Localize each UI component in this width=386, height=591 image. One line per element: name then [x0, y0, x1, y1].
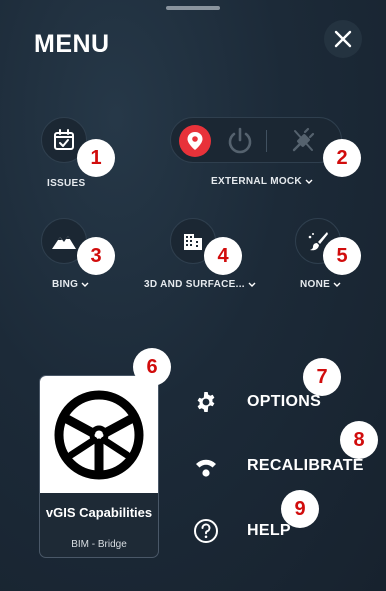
style-dropdown[interactable]: NONE: [300, 279, 341, 290]
buildings-icon: [184, 234, 202, 250]
external-mock-toggle[interactable]: [170, 117, 342, 163]
help-label: HELP: [247, 522, 291, 539]
annotation-badge: 8: [340, 421, 378, 459]
wifi-signal-icon: [193, 453, 219, 479]
page-title: MENU: [34, 30, 110, 58]
annotation-badge: 3: [77, 237, 115, 275]
location-pin-icon: [187, 132, 203, 150]
chevron-down-icon: [333, 282, 341, 287]
recalibrate-button[interactable]: RECALIBRATE: [193, 453, 364, 479]
chevron-down-icon: [248, 282, 256, 287]
project-card[interactable]: vGIS Capabilities BIM - Bridge: [39, 375, 159, 558]
annotation-badge: 4: [204, 237, 242, 275]
calendar-check-icon: [54, 129, 74, 150]
project-subtitle: BIM - Bridge: [71, 539, 127, 550]
issues-label: ISSUES: [47, 178, 86, 189]
mountain-icon: [52, 236, 76, 249]
style-label: NONE: [300, 279, 331, 290]
options-button[interactable]: OPTIONS: [193, 389, 321, 415]
cable-icon: [292, 127, 315, 152]
recalibrate-label: RECALIBRATE: [247, 457, 364, 474]
annotation-badge: 1: [77, 139, 115, 177]
annotation-badge: 9: [281, 490, 319, 528]
buildings-label: 3D AND SURFACE...: [144, 279, 245, 290]
external-mock-dropdown[interactable]: EXTERNAL MOCK: [211, 176, 313, 187]
mock-divider: [266, 130, 267, 152]
steering-wheel-icon: [54, 390, 144, 479]
power-button[interactable]: [225, 126, 255, 161]
cable-button[interactable]: [289, 127, 317, 160]
annotation-badge: 5: [323, 237, 361, 275]
close-button[interactable]: [324, 20, 362, 58]
chevron-down-icon: [81, 282, 89, 287]
options-label: OPTIONS: [247, 393, 322, 410]
help-circle-icon: [193, 518, 219, 544]
close-icon: [334, 30, 352, 48]
chevron-down-icon: [305, 179, 313, 184]
power-icon: [228, 127, 252, 154]
gear-icon: [193, 389, 219, 415]
drag-handle[interactable]: [166, 6, 220, 10]
buildings-dropdown[interactable]: 3D AND SURFACE...: [144, 279, 256, 290]
location-mode-button[interactable]: [179, 125, 211, 157]
project-thumbnail: [40, 376, 158, 493]
annotation-badge: 7: [303, 358, 341, 396]
annotation-badge: 6: [133, 348, 171, 386]
help-button[interactable]: HELP: [193, 518, 291, 544]
basemap-dropdown[interactable]: BING: [52, 279, 89, 290]
basemap-label: BING: [52, 279, 79, 290]
project-name: vGIS Capabilities: [45, 505, 153, 520]
annotation-badge: 2: [323, 139, 361, 177]
external-mock-label: EXTERNAL MOCK: [211, 176, 302, 187]
